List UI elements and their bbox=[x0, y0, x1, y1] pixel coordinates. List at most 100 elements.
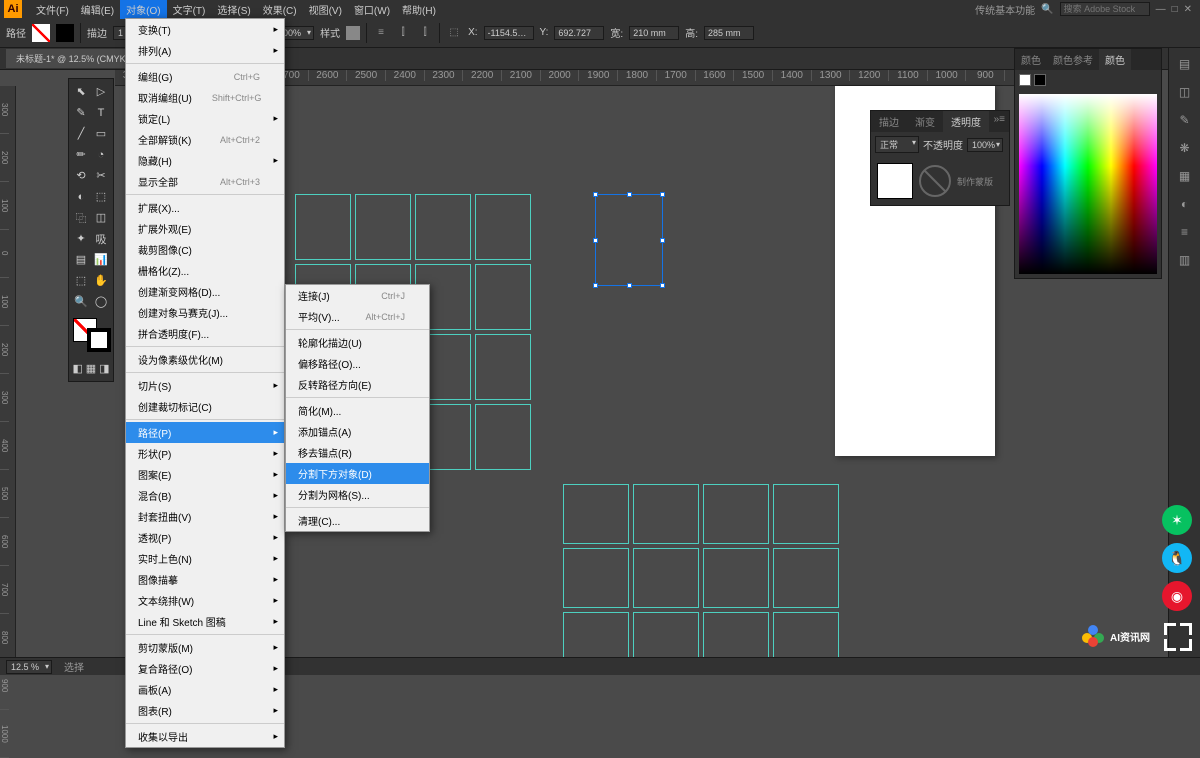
tool[interactable]: 📊 bbox=[91, 249, 111, 270]
menu-编辑(E)[interactable]: 编辑(E) bbox=[75, 0, 120, 19]
menu-item[interactable]: 文本绕排(W) bbox=[126, 590, 284, 611]
wechat-icon[interactable]: ✶ bbox=[1162, 505, 1192, 535]
menu-item[interactable]: 实时上色(N) bbox=[126, 548, 284, 569]
tool[interactable]: ◐ bbox=[71, 186, 91, 207]
menu-item[interactable]: 扩展外观(E) bbox=[126, 218, 284, 239]
menu-item[interactable]: 变换(T) bbox=[126, 19, 284, 40]
menu-item[interactable]: 轮廓化描边(U) bbox=[286, 332, 429, 353]
transparency-panel[interactable]: 描边 渐变 透明度 »≡ 正常 不透明度 100% 制作蒙版 bbox=[870, 110, 1010, 206]
swatch-black[interactable] bbox=[1034, 74, 1046, 86]
symbols-icon[interactable]: ❋ bbox=[1173, 136, 1197, 160]
menu-item[interactable]: 连接(J)Ctrl+J bbox=[286, 285, 429, 306]
search-icon[interactable]: 🔍 bbox=[1041, 4, 1053, 15]
grid-cell[interactable] bbox=[633, 484, 699, 544]
menu-item[interactable]: 透视(P) bbox=[126, 527, 284, 548]
tool[interactable]: ▷ bbox=[91, 81, 111, 102]
color-tab-2[interactable]: 颜色 bbox=[1099, 49, 1131, 70]
tool[interactable]: ⬉ bbox=[71, 81, 91, 102]
menu-item[interactable]: 收集以导出 bbox=[126, 726, 284, 747]
tool[interactable]: ◫ bbox=[91, 207, 111, 228]
maximize-icon[interactable]: □ bbox=[1172, 4, 1178, 15]
stroke-color[interactable] bbox=[87, 328, 111, 352]
menu-item[interactable]: 创建裁切标记(C) bbox=[126, 396, 284, 417]
tool[interactable]: ⬚ bbox=[71, 270, 91, 291]
menu-item[interactable]: 拼合透明度(F)... bbox=[126, 323, 284, 344]
menu-item[interactable]: 创建渐变网格(D)... bbox=[126, 281, 284, 302]
menu-item[interactable]: 图表(R) bbox=[126, 700, 284, 721]
tool[interactable]: ✦ bbox=[71, 228, 91, 249]
grid-cell[interactable] bbox=[475, 334, 531, 400]
tool[interactable]: 🔍 bbox=[71, 291, 91, 312]
style-swatch[interactable] bbox=[346, 26, 360, 40]
menu-item[interactable]: 栅格化(Z)... bbox=[126, 260, 284, 281]
menu-item[interactable]: 显示全部Alt+Ctrl+3 bbox=[126, 171, 284, 192]
align-icon[interactable]: ⫿ bbox=[395, 25, 411, 41]
grid-cell[interactable] bbox=[295, 194, 351, 260]
grid-cell[interactable] bbox=[563, 548, 629, 608]
menu-文字(T)[interactable]: 文字(T) bbox=[167, 0, 212, 19]
tool[interactable]: ✋ bbox=[91, 270, 111, 291]
menu-item[interactable]: 切片(S) bbox=[126, 375, 284, 396]
menu-item[interactable]: 清理(C)... bbox=[286, 510, 429, 531]
align-icon[interactable]: ≡ bbox=[373, 25, 389, 41]
grid-cell[interactable] bbox=[703, 484, 769, 544]
tool[interactable]: ✂ bbox=[91, 165, 111, 186]
menu-item[interactable]: 形状(P) bbox=[126, 443, 284, 464]
menu-item[interactable]: 设为像素级优化(M) bbox=[126, 349, 284, 370]
grid-cell[interactable] bbox=[773, 484, 839, 544]
tool[interactable]: ◔ bbox=[91, 144, 111, 165]
menu-item[interactable]: 混合(B) bbox=[126, 485, 284, 506]
menu-item[interactable]: 反转路径方向(E) bbox=[286, 374, 429, 395]
menu-窗口(W)[interactable]: 窗口(W) bbox=[348, 0, 396, 19]
menu-item[interactable]: 平均(V)...Alt+Ctrl+J bbox=[286, 306, 429, 327]
tool[interactable]: ╱ bbox=[71, 123, 91, 144]
panel-tab-transparency[interactable]: 透明度 bbox=[943, 111, 989, 132]
grid-cell[interactable] bbox=[355, 194, 411, 260]
make-mask-button[interactable]: 制作蒙版 bbox=[957, 175, 993, 188]
menu-item[interactable]: 取消编组(U)Shift+Ctrl+G bbox=[126, 87, 284, 108]
workspace-label[interactable]: 传统基本功能 bbox=[975, 2, 1035, 17]
color-tab[interactable]: 颜色 bbox=[1015, 49, 1047, 70]
menu-item[interactable]: 创建对象马赛克(J)... bbox=[126, 302, 284, 323]
tool[interactable]: ✏ bbox=[71, 144, 91, 165]
tool[interactable]: ⟲ bbox=[71, 165, 91, 186]
menu-item[interactable]: 路径(P) bbox=[126, 422, 284, 443]
stroke-icon[interactable]: ≡ bbox=[1173, 220, 1197, 244]
qq-icon[interactable]: 🐧 bbox=[1162, 543, 1192, 573]
tool[interactable]: ▤ bbox=[71, 249, 91, 270]
grid-cell[interactable] bbox=[475, 404, 531, 470]
stroke-swatch[interactable] bbox=[56, 24, 74, 42]
menu-item[interactable]: 移去锚点(R) bbox=[286, 442, 429, 463]
menu-视图(V)[interactable]: 视图(V) bbox=[303, 0, 348, 19]
menu-item[interactable]: 图案(E) bbox=[126, 464, 284, 485]
x-input[interactable] bbox=[484, 26, 534, 40]
swatches-icon[interactable]: ▦ bbox=[1173, 164, 1197, 188]
menu-效果(C)[interactable]: 效果(C) bbox=[257, 0, 303, 19]
panel-tab-stroke[interactable]: 描边 bbox=[871, 111, 907, 132]
menu-帮助(H)[interactable]: 帮助(H) bbox=[396, 0, 442, 19]
menu-文件(F)[interactable]: 文件(F) bbox=[30, 0, 75, 19]
menu-item[interactable]: 锁定(L) bbox=[126, 108, 284, 129]
menu-item[interactable]: Line 和 Sketch 图稿 bbox=[126, 611, 284, 632]
menu-item[interactable]: 剪切蒙版(M) bbox=[126, 637, 284, 658]
color-guide-tab[interactable]: 颜色参考 bbox=[1047, 49, 1099, 70]
transform-icon[interactable]: ⬚ bbox=[446, 25, 462, 41]
layers-icon[interactable]: ▥ bbox=[1173, 248, 1197, 272]
menu-item[interactable]: 分割下方对象(D) bbox=[286, 463, 429, 484]
menu-item[interactable]: 排列(A) bbox=[126, 40, 284, 61]
menu-item[interactable]: 裁剪图像(C) bbox=[126, 239, 284, 260]
grid-cell[interactable] bbox=[475, 264, 531, 330]
color-icon[interactable]: ◐ bbox=[1173, 192, 1197, 216]
menu-item[interactable]: 画板(A) bbox=[126, 679, 284, 700]
h-input[interactable] bbox=[704, 26, 754, 40]
close-icon[interactable]: ✕ bbox=[1184, 4, 1192, 15]
menu-item[interactable]: 封套扭曲(V) bbox=[126, 506, 284, 527]
menu-选择(S)[interactable]: 选择(S) bbox=[211, 0, 256, 19]
zoom-dropdown[interactable]: 12.5 % bbox=[6, 660, 52, 674]
menu-item[interactable]: 扩展(X)... bbox=[126, 197, 284, 218]
menu-item[interactable]: 简化(M)... bbox=[286, 400, 429, 421]
minimize-icon[interactable]: — bbox=[1156, 4, 1166, 15]
stock-search-input[interactable] bbox=[1060, 2, 1150, 16]
fill-swatch[interactable] bbox=[32, 24, 50, 42]
menu-item[interactable]: 偏移路径(O)... bbox=[286, 353, 429, 374]
